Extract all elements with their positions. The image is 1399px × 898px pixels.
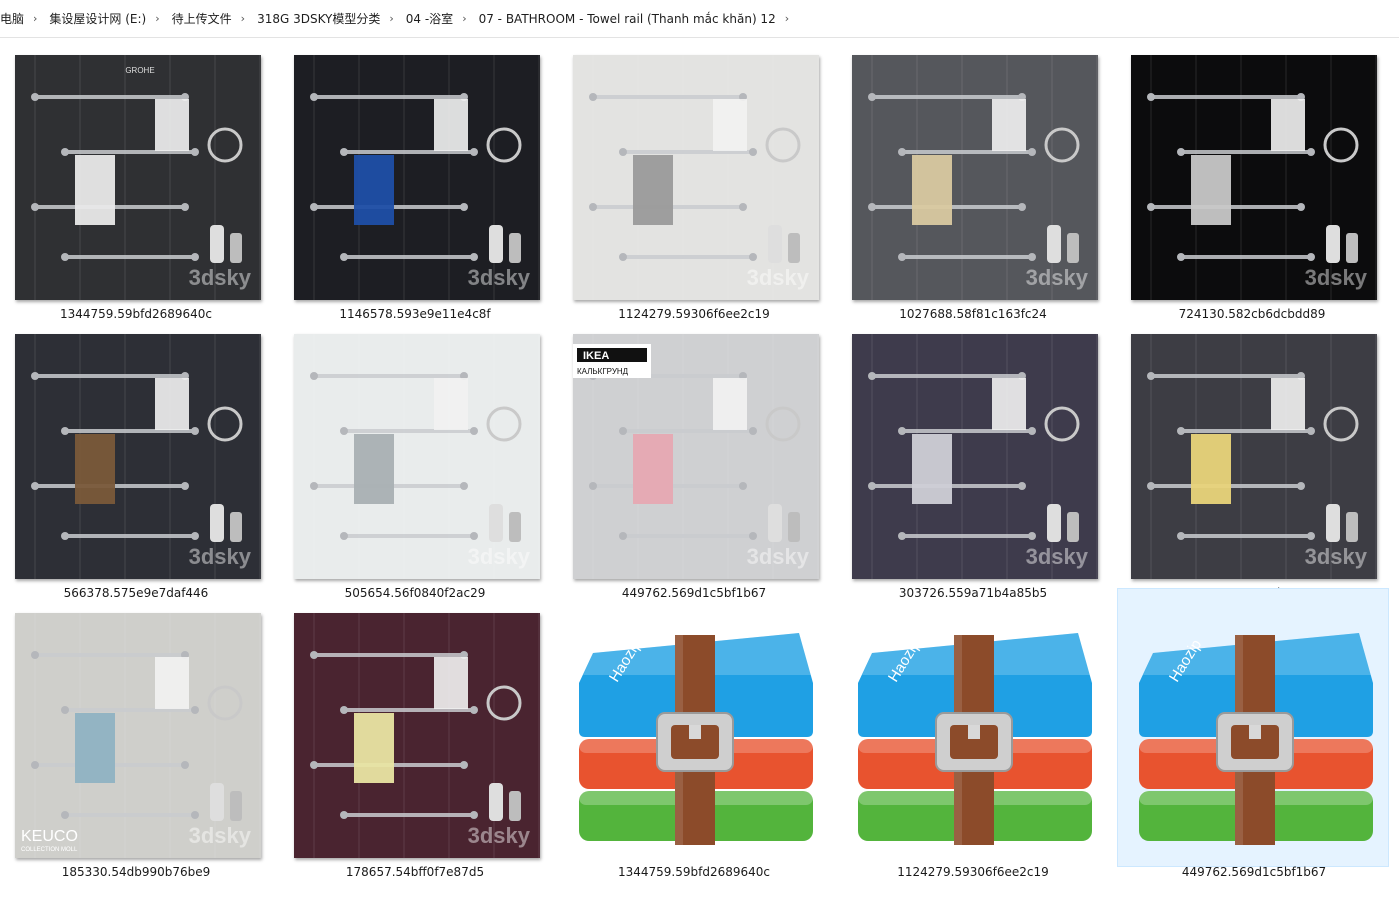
svg-text:3dsky: 3dsky	[468, 544, 531, 569]
chevron-right-icon[interactable]: ›	[237, 12, 251, 25]
breadcrumb: 电脑 › 集设屋设计网 (E:) › 待上传文件 › 318G 3DSKY模型分类 › 04 -…	[0, 0, 1399, 38]
haozip-archive-icon[interactable]: Haozip	[1133, 613, 1379, 858]
file-item-image[interactable]: 3dsky 1027688.58f81c163fc24	[837, 38, 1109, 321]
svg-text:3dsky: 3dsky	[1026, 265, 1089, 290]
file-name-label[interactable]: 1344759.59bfd2689640c	[558, 865, 830, 879]
file-name-label[interactable]: 178657.54bff0f7e87d5	[279, 865, 551, 879]
file-name-label[interactable]: 1124279.59306f6ee2c19	[837, 865, 1109, 879]
image-thumbnail[interactable]: 3dsky	[573, 55, 819, 300]
file-item-image[interactable]: 3dsky 505654.56f0840f2ac29	[279, 317, 551, 600]
haozip-archive-icon[interactable]: Haozip	[852, 613, 1098, 858]
file-item-image[interactable]: 3dsky 724130.582cb6dcbdd89	[1116, 38, 1388, 321]
breadcrumb-item[interactable]: 集设屋设计网 (E:)	[43, 10, 151, 27]
file-name-label[interactable]: 449762.569d1c5bf1b67	[1118, 865, 1390, 879]
chevron-right-icon[interactable]: ›	[385, 12, 399, 25]
svg-text:KEUCO: KEUCO	[21, 828, 78, 845]
svg-text:3dsky: 3dsky	[189, 265, 252, 290]
file-item-archive[interactable]: Haozip 1124279.59306f6ee2c19	[837, 596, 1109, 879]
file-item-archive[interactable]: Haozip 1344759.59bfd2689640c	[558, 596, 830, 879]
image-thumbnail[interactable]: 3dsky	[1131, 334, 1377, 579]
image-thumbnail[interactable]: 3dsky	[15, 334, 261, 579]
breadcrumb-item[interactable]: 318G 3DSKY模型分类	[251, 10, 385, 27]
svg-text:3dsky: 3dsky	[747, 265, 810, 290]
svg-text:3dsky: 3dsky	[189, 544, 252, 569]
file-grid: GROHE 3dsky 1344759.59bfd2689640c 3dsky 1146…	[0, 38, 1399, 898]
svg-text:КАЛЬКГРУНД: КАЛЬКГРУНД	[577, 367, 629, 376]
svg-text:GROHE: GROHE	[125, 66, 154, 75]
file-item-image[interactable]: 3dsky 303726.559a71b4a85b5	[837, 317, 1109, 600]
breadcrumb-item[interactable]: 04 -浴室	[400, 10, 458, 27]
svg-text:3dsky: 3dsky	[468, 823, 531, 848]
file-item-image[interactable]: 3dsky 178657.54bff0f7e87d5	[279, 596, 551, 879]
breadcrumb-item[interactable]: 电脑	[0, 10, 29, 27]
svg-text:3dsky: 3dsky	[1026, 544, 1089, 569]
chevron-right-icon[interactable]: ›	[151, 12, 165, 25]
svg-text:3dsky: 3dsky	[747, 544, 810, 569]
svg-text:3dsky: 3dsky	[1305, 544, 1368, 569]
image-thumbnail[interactable]: 3dsky	[294, 55, 540, 300]
haozip-archive-icon[interactable]: Haozip	[573, 613, 819, 858]
file-item-image[interactable]: 3dsky 566378.575e9e7daf446	[0, 317, 272, 600]
svg-text:COLLECTION MOLL: COLLECTION MOLL	[21, 847, 78, 853]
image-thumbnail[interactable]: 3dsky	[294, 334, 540, 579]
file-item-image[interactable]: 3dsky286476.5583c9d0e2538	[1116, 317, 1388, 600]
file-item-image[interactable]: GROHE 3dsky 1344759.59bfd2689640c	[0, 38, 272, 321]
svg-text:3dsky: 3dsky	[468, 265, 531, 290]
breadcrumb-item[interactable]: 07 - BATHROOM - Towel rail (Thanh mắc kh…	[473, 12, 781, 26]
svg-text:3dsky: 3dsky	[1305, 265, 1368, 290]
breadcrumb-item[interactable]: 待上传文件	[166, 10, 237, 27]
image-thumbnail[interactable]: GROHE 3dsky	[15, 55, 261, 300]
image-thumbnail[interactable]: IKEA КАЛЬКГРУНД 3dsky	[573, 334, 819, 579]
svg-text:3dsky: 3dsky	[189, 823, 252, 848]
file-name-label[interactable]: 185330.54db990b76be9	[0, 865, 272, 879]
image-thumbnail[interactable]: 3dsky	[852, 334, 1098, 579]
file-item-image[interactable]: 3dsky 1124279.59306f6ee2c19	[558, 38, 830, 321]
image-thumbnail[interactable]: 3dsky	[294, 613, 540, 858]
image-thumbnail[interactable]: 3dsky	[1131, 55, 1377, 300]
chevron-right-icon[interactable]: ›	[781, 12, 795, 25]
file-item-archive[interactable]: Haozip 449762.569d1c5bf1b67	[1117, 588, 1389, 879]
file-item-image[interactable]: 3dsky 1146578.593e9e11e4c8f	[279, 38, 551, 321]
image-thumbnail[interactable]: KEUCO COLLECTION MOLL 3dsky	[15, 613, 261, 858]
file-item-image[interactable]: IKEA КАЛЬКГРУНД 3dsky 449762.569d1c5bf1b67	[558, 317, 830, 600]
chevron-right-icon[interactable]: ›	[29, 12, 43, 25]
svg-text:IKEA: IKEA	[583, 350, 609, 362]
chevron-right-icon[interactable]: ›	[458, 12, 472, 25]
image-thumbnail[interactable]: 3dsky	[852, 55, 1098, 300]
file-item-image[interactable]: KEUCO COLLECTION MOLL 3dsky 185330.54db990b…	[0, 596, 272, 879]
